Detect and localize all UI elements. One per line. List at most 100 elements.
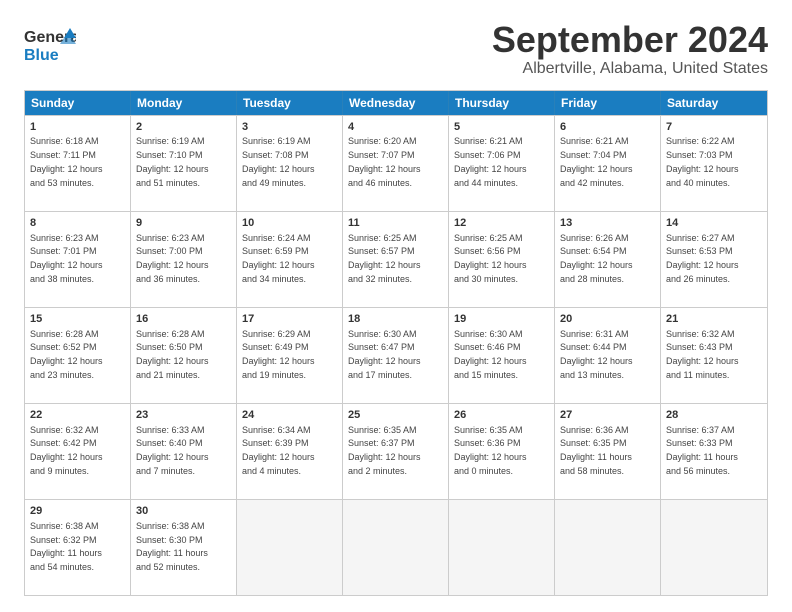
day-number: 12 — [454, 216, 549, 231]
day-number: 14 — [666, 216, 762, 231]
day-info: Sunrise: 6:31 AMSunset: 6:44 PMDaylight:… — [560, 329, 633, 380]
title-block: September 2024 Albertville, Alabama, Uni… — [492, 20, 768, 78]
table-row — [237, 500, 343, 595]
day-info: Sunrise: 6:29 AMSunset: 6:49 PMDaylight:… — [242, 329, 315, 380]
table-row: 16Sunrise: 6:28 AMSunset: 6:50 PMDayligh… — [131, 308, 237, 403]
day-info: Sunrise: 6:19 AMSunset: 7:10 PMDaylight:… — [136, 136, 209, 187]
header-monday: Monday — [131, 91, 237, 115]
day-info: Sunrise: 6:35 AMSunset: 6:36 PMDaylight:… — [454, 425, 527, 476]
day-number: 3 — [242, 120, 337, 135]
header-tuesday: Tuesday — [237, 91, 343, 115]
day-number: 29 — [30, 504, 125, 519]
day-info: Sunrise: 6:27 AMSunset: 6:53 PMDaylight:… — [666, 233, 739, 284]
day-info: Sunrise: 6:26 AMSunset: 6:54 PMDaylight:… — [560, 233, 633, 284]
day-info: Sunrise: 6:35 AMSunset: 6:37 PMDaylight:… — [348, 425, 421, 476]
table-row: 23 Sunrise: 6:33 AMSunset: 6:40 PMDayligh… — [131, 404, 237, 499]
table-row — [343, 500, 449, 595]
day-number: 16 — [136, 312, 231, 327]
table-row — [449, 500, 555, 595]
day-info: Sunrise: 6:24 AMSunset: 6:59 PMDaylight:… — [242, 233, 315, 284]
day-number: 19 — [454, 312, 549, 327]
table-row: 21 Sunrise: 6:32 AMSunset: 6:43 PMDayligh… — [661, 308, 767, 403]
day-info: Sunrise: 6:23 AMSunset: 7:00 PMDaylight:… — [136, 233, 209, 284]
table-row: 22Sunrise: 6:32 AMSunset: 6:42 PMDayligh… — [25, 404, 131, 499]
table-row: 3Sunrise: 6:19 AMSunset: 7:08 PMDaylight… — [237, 116, 343, 211]
table-row — [555, 500, 661, 595]
day-number: 8 — [30, 216, 125, 231]
calendar: Sunday Monday Tuesday Wednesday Thursday… — [24, 90, 768, 596]
day-number: 24 — [242, 408, 337, 423]
table-row: 2Sunrise: 6:19 AMSunset: 7:10 PMDaylight… — [131, 116, 237, 211]
svg-text:Blue: Blue — [24, 47, 59, 64]
day-number: 20 — [560, 312, 655, 327]
day-number: 2 — [136, 120, 231, 135]
day-number: 18 — [348, 312, 443, 327]
day-number: 4 — [348, 120, 443, 135]
calendar-row: 8 Sunrise: 6:23 AMSunset: 7:01 PMDaylight… — [25, 211, 767, 307]
day-info: Sunrise: 6:22 AMSunset: 7:03 PMDaylight:… — [666, 136, 739, 187]
day-number: 28 — [666, 408, 762, 423]
table-row: 20 Sunrise: 6:31 AMSunset: 6:44 PMDayligh… — [555, 308, 661, 403]
day-info: Sunrise: 6:20 AMSunset: 7:07 PMDaylight:… — [348, 136, 421, 187]
calendar-body: 1Sunrise: 6:18 AMSunset: 7:11 PMDaylight… — [25, 115, 767, 595]
day-number: 1 — [30, 120, 125, 135]
table-row: 18 Sunrise: 6:30 AMSunset: 6:47 PMDayligh… — [343, 308, 449, 403]
table-row: 29Sunrise: 6:38 AMSunset: 6:32 PMDayligh… — [25, 500, 131, 595]
calendar-row: 22Sunrise: 6:32 AMSunset: 6:42 PMDayligh… — [25, 403, 767, 499]
table-row: 7Sunrise: 6:22 AMSunset: 7:03 PMDaylight… — [661, 116, 767, 211]
table-row: 28Sunrise: 6:37 AMSunset: 6:33 PMDayligh… — [661, 404, 767, 499]
day-info: Sunrise: 6:30 AMSunset: 6:46 PMDaylight:… — [454, 329, 527, 380]
day-info: Sunrise: 6:32 AMSunset: 6:43 PMDaylight:… — [666, 329, 739, 380]
day-number: 21 — [666, 312, 762, 327]
day-info: Sunrise: 6:18 AMSunset: 7:11 PMDaylight:… — [30, 136, 103, 187]
day-number: 15 — [30, 312, 125, 327]
table-row: 26 Sunrise: 6:35 AMSunset: 6:36 PMDayligh… — [449, 404, 555, 499]
table-row: 8 Sunrise: 6:23 AMSunset: 7:01 PMDaylight… — [25, 212, 131, 307]
day-number: 23 — [136, 408, 231, 423]
day-info: Sunrise: 6:25 AMSunset: 6:56 PMDaylight:… — [454, 233, 527, 284]
day-info: Sunrise: 6:21 AMSunset: 7:04 PMDaylight:… — [560, 136, 633, 187]
day-number: 9 — [136, 216, 231, 231]
header-friday: Friday — [555, 91, 661, 115]
day-info: Sunrise: 6:28 AMSunset: 6:52 PMDaylight:… — [30, 329, 103, 380]
day-number: 11 — [348, 216, 443, 231]
page-title: September 2024 — [492, 20, 768, 60]
day-info: Sunrise: 6:25 AMSunset: 6:57 PMDaylight:… — [348, 233, 421, 284]
table-row: 27Sunrise: 6:36 AMSunset: 6:35 PMDayligh… — [555, 404, 661, 499]
header-thursday: Thursday — [449, 91, 555, 115]
day-info: Sunrise: 6:19 AMSunset: 7:08 PMDaylight:… — [242, 136, 315, 187]
table-row: 19 Sunrise: 6:30 AMSunset: 6:46 PMDayligh… — [449, 308, 555, 403]
calendar-row: 29Sunrise: 6:38 AMSunset: 6:32 PMDayligh… — [25, 499, 767, 595]
table-row: 30 Sunrise: 6:38 AMSunset: 6:30 PMDayligh… — [131, 500, 237, 595]
page-subtitle: Albertville, Alabama, United States — [492, 60, 768, 78]
day-number: 10 — [242, 216, 337, 231]
header: General Blue September 2024 Albertville,… — [24, 20, 768, 78]
day-info: Sunrise: 6:34 AMSunset: 6:39 PMDaylight:… — [242, 425, 315, 476]
table-row: 13 Sunrise: 6:26 AMSunset: 6:54 PMDayligh… — [555, 212, 661, 307]
calendar-row: 1Sunrise: 6:18 AMSunset: 7:11 PMDaylight… — [25, 115, 767, 211]
day-info: Sunrise: 6:33 AMSunset: 6:40 PMDaylight:… — [136, 425, 209, 476]
header-sunday: Sunday — [25, 91, 131, 115]
day-number: 7 — [666, 120, 762, 135]
table-row: 1Sunrise: 6:18 AMSunset: 7:11 PMDaylight… — [25, 116, 131, 211]
day-number: 25 — [348, 408, 443, 423]
day-number: 13 — [560, 216, 655, 231]
logo: General Blue — [24, 20, 76, 68]
day-number: 22 — [30, 408, 125, 423]
table-row — [661, 500, 767, 595]
day-info: Sunrise: 6:23 AMSunset: 7:01 PMDaylight:… — [30, 233, 103, 284]
day-number: 26 — [454, 408, 549, 423]
day-info: Sunrise: 6:38 AMSunset: 6:30 PMDaylight:… — [136, 521, 208, 572]
table-row: 6Sunrise: 6:21 AMSunset: 7:04 PMDaylight… — [555, 116, 661, 211]
table-row: 4Sunrise: 6:20 AMSunset: 7:07 PMDaylight… — [343, 116, 449, 211]
day-number: 30 — [136, 504, 231, 519]
table-row: 17Sunrise: 6:29 AMSunset: 6:49 PMDayligh… — [237, 308, 343, 403]
table-row: 24 Sunrise: 6:34 AMSunset: 6:39 PMDayligh… — [237, 404, 343, 499]
header-saturday: Saturday — [661, 91, 767, 115]
table-row: 9 Sunrise: 6:23 AMSunset: 7:00 PMDaylight… — [131, 212, 237, 307]
calendar-header: Sunday Monday Tuesday Wednesday Thursday… — [25, 91, 767, 115]
table-row: 5Sunrise: 6:21 AMSunset: 7:06 PMDaylight… — [449, 116, 555, 211]
day-number: 6 — [560, 120, 655, 135]
day-info: Sunrise: 6:30 AMSunset: 6:47 PMDaylight:… — [348, 329, 421, 380]
header-wednesday: Wednesday — [343, 91, 449, 115]
